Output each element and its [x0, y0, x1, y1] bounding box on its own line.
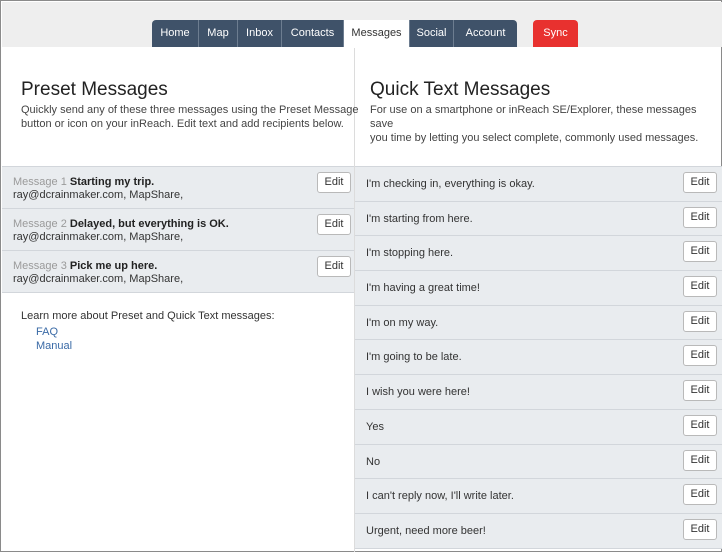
preset-message-recipients: ray@dcrainmaker.com, MapShare, [13, 231, 184, 243]
tab-messages[interactable]: Messages [344, 20, 410, 47]
quick-text-message: Yes [366, 420, 384, 433]
quick-description-line: For use on a smartphone or inReach SE/Ex… [370, 104, 697, 130]
quick-text-row: Urgent, need more beer! Edit [355, 513, 722, 549]
quick-text-message: I'm on my way. [366, 316, 439, 329]
edit-preset-message-button[interactable]: Edit [317, 214, 351, 235]
preset-message-header: Message 2 Delayed, but everything is OK. [13, 218, 229, 230]
tab-inbox[interactable]: Inbox [238, 20, 282, 47]
preset-message-row: Message 1 Starting my trip. ray@dcrainma… [2, 167, 354, 209]
main-nav: Home Map Inbox Contacts Messages Social … [152, 20, 517, 47]
preset-message-number: Message 2 [13, 218, 67, 230]
edit-quick-text-button[interactable]: Edit [683, 414, 717, 436]
quick-text-row: I'm stopping here. Edit [355, 236, 722, 272]
edit-quick-text-button[interactable]: Edit [683, 241, 717, 263]
quick-text-message: I'm stopping here. [366, 247, 454, 260]
quick-text-row: I wish you were here! Edit [355, 375, 722, 410]
preset-message-header: Message 1 Starting my trip. [13, 176, 154, 188]
faq-link[interactable]: FAQ [36, 326, 58, 338]
preset-description-line: button or icon on your inReach. Edit tex… [21, 118, 344, 130]
edit-quick-text-button[interactable]: Edit [683, 172, 717, 193]
tab-map[interactable]: Map [199, 20, 238, 47]
quick-text-messages-title: Quick Text Messages [370, 79, 551, 100]
quick-text-row: I'm on my way. Edit [355, 305, 722, 341]
tab-social[interactable]: Social [410, 20, 454, 47]
quick-text-message: No [366, 455, 381, 468]
preset-messages-description: Quickly send any of these three messages… [21, 103, 359, 131]
preset-message-recipients: ray@dcrainmaker.com, MapShare, [13, 273, 184, 285]
preset-message-list: Message 1 Starting my trip. ray@dcrainma… [2, 166, 354, 293]
quick-text-row: I'm having a great time! Edit [355, 271, 722, 306]
preset-messages-title: Preset Messages [21, 79, 168, 100]
quick-text-row: I can't reply now, I'll write later. Edi… [355, 479, 722, 514]
edit-quick-text-button[interactable]: Edit [683, 380, 717, 402]
quick-text-message: I'm having a great time! [366, 282, 480, 295]
edit-quick-text-button[interactable]: Edit [683, 310, 717, 332]
quick-text-message-list: I'm checking in, everything is okay. Edi… [355, 166, 722, 549]
tab-account[interactable]: Account [454, 20, 517, 47]
edit-quick-text-button[interactable]: Edit [683, 484, 717, 506]
quick-text-row: I'm starting from here. Edit [355, 201, 722, 237]
quick-text-row: I'm checking in, everything is okay. Edi… [355, 167, 722, 202]
edit-quick-text-button[interactable]: Edit [683, 345, 717, 367]
edit-preset-message-button[interactable]: Edit [317, 172, 351, 193]
preset-message-row: Message 3 Pick me up here. ray@dcrainmak… [2, 251, 354, 293]
preset-description-line: Quickly send any of these three messages… [21, 104, 359, 116]
quick-text-message: I wish you were here! [366, 386, 470, 399]
edit-quick-text-button[interactable]: Edit [683, 449, 717, 471]
quick-text-row: I'm going to be late. Edit [355, 340, 722, 376]
quick-text-row: No Edit [355, 444, 722, 480]
tab-contacts[interactable]: Contacts [282, 20, 344, 47]
edit-preset-message-button[interactable]: Edit [317, 256, 351, 277]
quick-text-message: I'm going to be late. [366, 351, 462, 364]
quick-text-message: I'm checking in, everything is okay. [366, 178, 535, 190]
tab-home[interactable]: Home [152, 20, 199, 47]
preset-message-recipients: ray@dcrainmaker.com, MapShare, [13, 189, 184, 201]
quick-text-message: Urgent, need more beer! [366, 524, 486, 537]
app-frame: Home Map Inbox Contacts Messages Social … [0, 0, 722, 552]
manual-link[interactable]: Manual [36, 340, 72, 352]
edit-quick-text-button[interactable]: Edit [683, 276, 717, 298]
preset-message-header: Message 3 Pick me up here. [13, 260, 157, 272]
preset-message-number: Message 1 [13, 176, 67, 188]
sync-button[interactable]: Sync [533, 20, 578, 47]
edit-quick-text-button[interactable]: Edit [683, 206, 717, 228]
preset-message-text: Pick me up here. [69, 260, 158, 272]
preset-message-number: Message 3 [13, 260, 67, 272]
quick-text-row: Yes Edit [355, 409, 722, 445]
quick-text-messages-description: For use on a smartphone or inReach SE/Ex… [370, 103, 721, 145]
quick-text-message: I can't reply now, I'll write later. [366, 490, 514, 503]
quick-description-line: you time by letting you select complete,… [370, 132, 699, 144]
preset-message-text: Starting my trip. [69, 176, 155, 188]
edit-quick-text-button[interactable]: Edit [683, 518, 717, 540]
quick-text-message: I'm starting from here. [366, 212, 473, 225]
preset-message-row: Message 2 Delayed, but everything is OK.… [2, 209, 354, 251]
top-navigation-bar: Home Map Inbox Contacts Messages Social … [2, 2, 722, 47]
learn-more-text: Learn more about Preset and Quick Text m… [21, 310, 275, 322]
preset-message-text: Delayed, but everything is OK. [69, 218, 229, 230]
